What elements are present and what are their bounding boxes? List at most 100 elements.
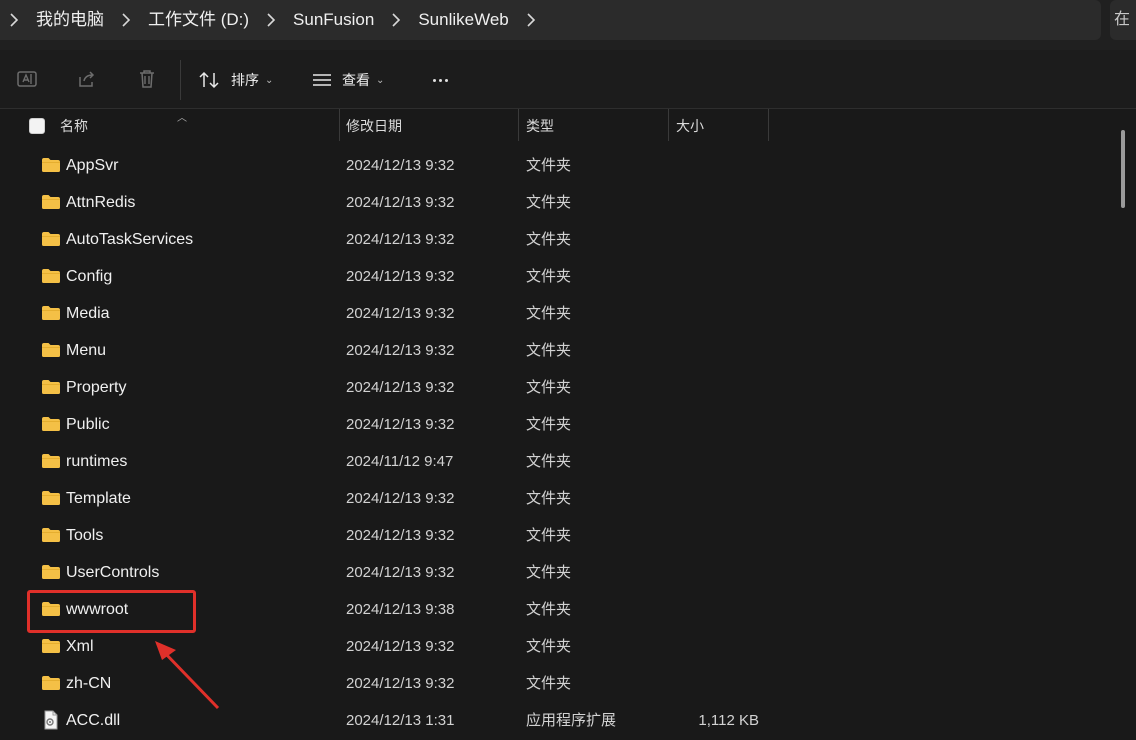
- view-icon: [313, 74, 331, 86]
- view-label: 查看: [342, 72, 370, 88]
- chevron-right-icon[interactable]: [382, 0, 410, 40]
- file-date: 2024/12/13 9:32: [346, 268, 455, 285]
- file-date: 2024/12/13 9:32: [346, 527, 455, 544]
- file-date: 2024/12/13 9:32: [346, 342, 455, 359]
- breadcrumb-item-sunlikeweb[interactable]: SunlikeWeb: [410, 0, 516, 40]
- folder-icon: [41, 527, 61, 543]
- share-icon[interactable]: [74, 66, 100, 92]
- toolbar-divider: [180, 60, 181, 100]
- file-date: 2024/12/13 1:31: [346, 712, 455, 729]
- file-row[interactable]: Public 2024/12/13 9:32 文件夹: [0, 407, 1120, 444]
- file-row[interactable]: Media 2024/12/13 9:32 文件夹: [0, 296, 1120, 333]
- file-name: ACC.dll: [66, 712, 121, 729]
- column-separator[interactable]: [768, 109, 769, 141]
- file-name: AppSvr: [66, 157, 119, 174]
- file-date: 2024/12/13 9:32: [346, 157, 455, 174]
- file-type: 文件夹: [526, 675, 572, 692]
- folder-icon: [41, 638, 61, 654]
- sort-ascending-icon: ︿: [177, 113, 187, 124]
- folder-icon: [41, 564, 61, 580]
- scrollbar-thumb[interactable]: [1121, 130, 1125, 208]
- file-list: AppSvr 2024/12/13 9:32 文件夹 AttnRedis 2024/12…: [0, 148, 1120, 740]
- file-name: AttnRedis: [66, 194, 136, 211]
- file-type: 文件夹: [526, 194, 572, 211]
- sort-label: 排序: [231, 72, 259, 88]
- file-type: 文件夹: [526, 527, 572, 544]
- file-name: AutoTaskServices: [66, 231, 194, 248]
- file-type: 文件夹: [526, 564, 572, 581]
- chevron-right-icon[interactable]: [112, 0, 140, 40]
- folder-icon: [41, 231, 61, 247]
- command-bar: 排序 ⌄ 查看 ⌄: [0, 50, 1136, 109]
- file-type: 文件夹: [526, 638, 572, 655]
- file-name: runtimes: [66, 453, 128, 470]
- folder-icon: [41, 416, 61, 432]
- sort-button[interactable]: 排序 ⌄: [199, 64, 273, 96]
- file-date: 2024/12/13 9:32: [346, 416, 455, 433]
- vertical-scrollbar[interactable]: [1120, 115, 1128, 736]
- select-all-checkbox[interactable]: [29, 118, 45, 134]
- chevron-right-icon[interactable]: [257, 0, 285, 40]
- sort-icon: [199, 71, 219, 89]
- column-header-name[interactable]: 名称: [52, 109, 88, 143]
- file-row[interactable]: AutoTaskServices 2024/12/13 9:32 文件夹: [0, 222, 1120, 259]
- file-name: Tools: [66, 527, 104, 544]
- file-row[interactable]: Tools 2024/12/13 9:32 文件夹: [0, 518, 1120, 555]
- file-date: 2024/11/12 9:47: [346, 453, 454, 470]
- file-name: zh-CN: [66, 675, 112, 692]
- file-type: 文件夹: [526, 231, 572, 248]
- delete-icon[interactable]: [134, 66, 160, 92]
- breadcrumb-item-sunfusion[interactable]: SunFusion: [285, 0, 382, 40]
- file-row[interactable]: Xml 2024/12/13 9:32 文件夹: [0, 629, 1120, 666]
- file-row[interactable]: Menu 2024/12/13 9:32 文件夹: [0, 333, 1120, 370]
- file-row[interactable]: Template 2024/12/13 9:32 文件夹: [0, 481, 1120, 518]
- file-name: Media: [66, 305, 110, 322]
- column-header-size[interactable]: 大小: [668, 109, 704, 143]
- search-input[interactable]: 在: [1110, 0, 1136, 40]
- folder-icon: [41, 194, 61, 210]
- folder-icon: [41, 342, 61, 358]
- more-options-button[interactable]: [428, 66, 452, 94]
- file-row[interactable]: ACC.dll 2024/12/13 1:31 应用程序扩展 1,112 KB: [0, 703, 1120, 740]
- folder-icon: [41, 675, 61, 691]
- chevron-right-icon[interactable]: [0, 0, 28, 40]
- column-header-type[interactable]: 类型: [518, 109, 554, 143]
- file-row[interactable]: runtimes 2024/11/12 9:47 文件夹: [0, 444, 1120, 481]
- file-date: 2024/12/13 9:32: [346, 194, 455, 211]
- file-row[interactable]: zh-CN 2024/12/13 9:32 文件夹: [0, 666, 1120, 703]
- file-type: 文件夹: [526, 268, 572, 285]
- annotation-highlight-box: [27, 590, 196, 633]
- folder-icon: [41, 157, 61, 173]
- file-type: 应用程序扩展: [526, 712, 617, 729]
- breadcrumb[interactable]: 我的电脑 工作文件 (D:) SunFusion SunlikeWeb: [0, 0, 1101, 40]
- file-type: 文件夹: [526, 379, 572, 396]
- rename-icon[interactable]: [14, 66, 40, 92]
- file-row[interactable]: AppSvr 2024/12/13 9:32 文件夹: [0, 148, 1120, 185]
- file-row[interactable]: Config 2024/12/13 9:32 文件夹: [0, 259, 1120, 296]
- chevron-down-icon: ⌄: [376, 74, 385, 86]
- file-row[interactable]: UserControls 2024/12/13 9:32 文件夹: [0, 555, 1120, 592]
- file-name: Template: [66, 490, 131, 507]
- dot: [438, 78, 442, 82]
- file-date: 2024/12/13 9:32: [346, 305, 455, 322]
- file-name: Property: [66, 379, 127, 396]
- folder-icon: [41, 379, 61, 395]
- breadcrumb-item-my-computer[interactable]: 我的电脑: [28, 0, 112, 40]
- breadcrumb-item-drive[interactable]: 工作文件 (D:): [140, 0, 257, 40]
- file-row[interactable]: Property 2024/12/13 9:32 文件夹: [0, 370, 1120, 407]
- view-button[interactable]: 查看 ⌄: [312, 64, 384, 96]
- file-name: Xml: [66, 638, 94, 655]
- file-row[interactable]: AttnRedis 2024/12/13 9:32 文件夹: [0, 185, 1120, 222]
- file-date: 2024/12/13 9:32: [346, 675, 455, 692]
- folder-icon: [41, 268, 61, 284]
- file-name: Config: [66, 268, 113, 285]
- column-headers: ︿ 名称 修改日期 类型 大小: [0, 109, 1120, 143]
- file-type: 文件夹: [526, 305, 572, 322]
- folder-icon: [41, 453, 61, 469]
- file-date: 2024/12/13 9:32: [346, 638, 455, 655]
- folder-icon: [41, 305, 61, 321]
- column-header-date[interactable]: 修改日期: [338, 109, 402, 143]
- file-date: 2024/12/13 9:38: [346, 601, 455, 618]
- dll-file-icon: [41, 710, 61, 730]
- chevron-right-icon[interactable]: [517, 0, 545, 40]
